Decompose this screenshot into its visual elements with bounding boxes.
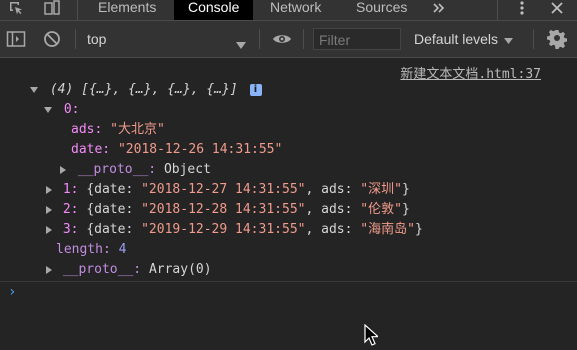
- tab-divider: [497, 0, 498, 20]
- toolbar-divider: [259, 29, 260, 49]
- array-summary-row[interactable]: (4) [{…}, {…}, {…}, {…}] i: [30, 80, 262, 100]
- item-index: 3:: [62, 222, 79, 237]
- array-item-2[interactable]: 2: {date: "2018-12-28 14:31:55", ads: "伦…: [46, 200, 410, 220]
- item-index: 2:: [62, 202, 79, 217]
- levels-label: Default levels: [414, 31, 499, 47]
- array-item-0[interactable]: 0:: [44, 100, 79, 120]
- expand-triangle-icon[interactable]: [46, 265, 52, 274]
- console-divider: [0, 281, 577, 282]
- property-key: ads:: [71, 122, 103, 137]
- dropdown-arrow-icon: [504, 30, 514, 49]
- log-levels-dropdown[interactable]: Default levels: [414, 21, 524, 57]
- inspect-element-icon[interactable]: [6, 0, 26, 19]
- console-toolbar: top Filter Default levels: [0, 21, 577, 58]
- toolbar-divider: [303, 29, 304, 49]
- chevron-double-right-icon[interactable]: [430, 0, 448, 19]
- filter-input[interactable]: Filter: [313, 28, 401, 50]
- dropdown-arrow-icon: [236, 35, 246, 54]
- tab-network[interactable]: Network: [270, 0, 321, 20]
- item-index: 0:: [63, 102, 80, 117]
- tab-elements[interactable]: Elements: [98, 0, 156, 20]
- property-key: ads:: [321, 202, 353, 217]
- close-icon[interactable]: [548, 0, 566, 19]
- array-summary: (4) [{…}, {…}, {…}, {…}]: [49, 82, 238, 97]
- property-value: "深圳": [360, 182, 402, 197]
- property-ads: ads: "大北京": [71, 120, 165, 140]
- settings-gear-icon[interactable]: [547, 21, 567, 57]
- property-value: "2019-12-29 14:31:55": [141, 222, 306, 237]
- info-icon[interactable]: i: [249, 83, 262, 96]
- expand-triangle-icon[interactable]: [60, 165, 66, 174]
- property-value: "2018-12-28 14:31:55": [141, 202, 306, 217]
- property-date: date: "2018-12-26 14:31:55": [71, 140, 282, 160]
- property-key: __proto__:: [77, 162, 157, 177]
- expand-triangle-icon[interactable]: [46, 225, 52, 234]
- property-key: __proto__:: [62, 262, 142, 277]
- toolbar-divider: [533, 29, 534, 49]
- array-item-3[interactable]: 3: {date: "2019-12-29 14:31:55", ads: "海…: [46, 220, 423, 240]
- expand-triangle-icon[interactable]: [46, 185, 52, 194]
- tab-divider: [77, 0, 78, 20]
- live-expression-eye-icon[interactable]: [272, 21, 292, 57]
- console-output: 新建文本文档.html:37 (4) [{…}, {…}, {…}, {…}] …: [0, 58, 577, 346]
- property-proto-array[interactable]: __proto__: Array(0): [46, 260, 212, 280]
- property-value: "海南岛": [360, 222, 415, 237]
- expand-triangle-icon[interactable]: [30, 86, 38, 93]
- property-value: "伦敦": [360, 202, 402, 217]
- device-toolbar-icon[interactable]: [42, 0, 62, 19]
- sidebar-toggle-icon[interactable]: [6, 21, 26, 57]
- property-value: Array(0): [148, 262, 212, 277]
- tab-sources[interactable]: Sources: [356, 0, 407, 20]
- kebab-menu-icon[interactable]: [513, 0, 531, 19]
- item-index: 1:: [62, 182, 79, 197]
- property-length: length: 4: [56, 240, 126, 260]
- property-key: date:: [94, 222, 134, 237]
- property-value: "2018-12-26 14:31:55": [117, 142, 283, 157]
- property-proto-object[interactable]: __proto__: Object: [60, 160, 211, 180]
- context-label: top: [87, 31, 107, 47]
- property-key: date:: [94, 202, 134, 217]
- console-prompt[interactable]: ›: [8, 284, 16, 300]
- array-item-1[interactable]: 1: {date: "2018-12-27 14:31:55", ads: "深…: [46, 180, 410, 200]
- expand-triangle-icon[interactable]: [46, 205, 52, 214]
- property-value: 4: [118, 242, 127, 257]
- property-value: Object: [163, 162, 211, 177]
- property-key: date:: [71, 142, 111, 157]
- mouse-cursor-icon: [364, 323, 380, 350]
- property-key: date:: [94, 182, 134, 197]
- devtools-tab-bar: Elements Console Network Sources: [0, 0, 577, 21]
- toolbar-divider: [75, 29, 76, 49]
- property-key: ads:: [321, 222, 353, 237]
- property-key: ads:: [321, 182, 353, 197]
- property-value: "2018-12-27 14:31:55": [141, 182, 306, 197]
- clear-console-icon[interactable]: [43, 21, 61, 57]
- context-selector[interactable]: top: [85, 21, 250, 57]
- expand-triangle-icon[interactable]: [44, 106, 52, 113]
- source-link[interactable]: 新建文本文档.html:37: [400, 63, 541, 82]
- property-value: "大北京": [110, 122, 165, 137]
- tab-console[interactable]: Console: [174, 0, 254, 20]
- property-key: length:: [56, 242, 111, 257]
